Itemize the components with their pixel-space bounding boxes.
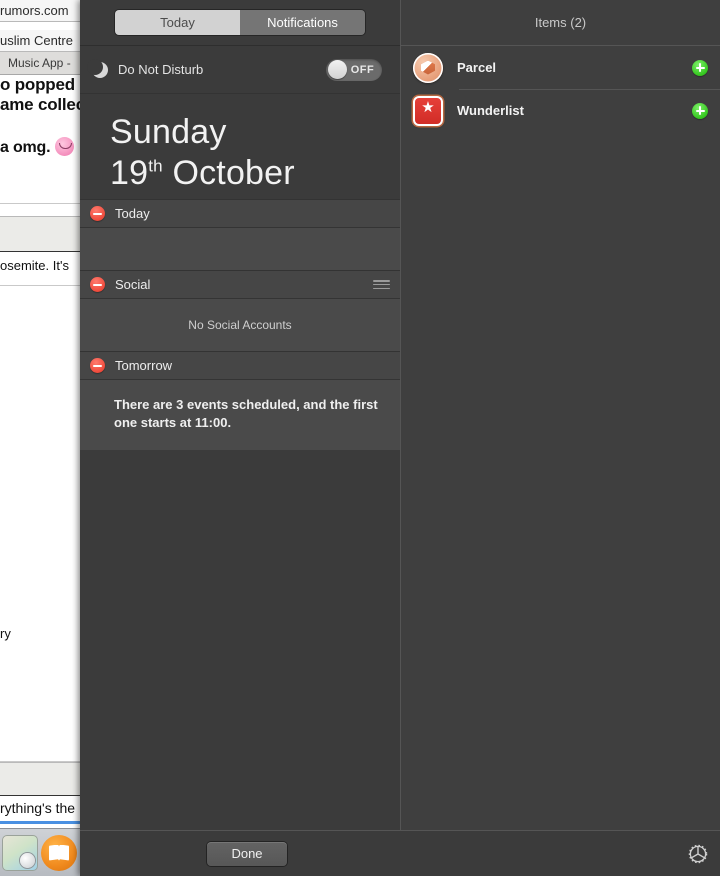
wunderlist-app-icon [413,95,443,126]
widget-body-tomorrow: There are 3 events scheduled, and the fi… [80,380,400,450]
emoji-face-icon [54,137,74,156]
browser-gap-3 [0,157,80,203]
plus-circle-icon[interactable] [692,102,708,119]
ibooks-icon[interactable] [41,834,77,871]
segmented-control[interactable]: Today Notifications [115,10,365,35]
widget-body-today [80,228,400,270]
browser-gap-1 [0,22,80,30]
browser-gap-2 [0,115,80,137]
day-ordinal: th [148,156,163,176]
browser-body-text-3: rything's the [0,800,76,816]
browser-tab-music: Music App - [0,52,80,75]
widget-title-tomorrow: Tomorrow [115,358,173,373]
toggle-state-label: OFF [350,63,375,76]
items-panel-header: Items (2) [401,0,720,46]
widget-title-today: Today [115,206,150,221]
list-item-label: Parcel [457,60,497,75]
parcel-app-icon [413,52,443,83]
done-button[interactable]: Done [207,841,287,866]
list-item[interactable]: Parcel [401,46,720,89]
do-not-disturb-row: Do Not Disturb OFF [80,46,400,94]
browser-gap-5 [0,273,80,285]
items-panel: Items (2) Parcel Wunderlist [400,0,720,830]
plus-circle-icon[interactable] [692,59,708,76]
maps-icon[interactable] [2,834,38,871]
widget-body-social: No Social Accounts [80,299,400,351]
footer-bar: Done [80,830,720,876]
browser-toolbar-block [0,216,80,252]
today-view-column: Today Notifications Do Not Disturb OFF S… [80,0,400,830]
widget-header-social[interactable]: Social [80,270,400,299]
browser-headline-2: ame collectio [0,95,80,114]
moon-icon [87,58,108,78]
browser-url-text: rumors.com [0,0,80,22]
browser-post-text: a omg. [0,137,80,157]
date-header: Sunday 19th October [80,94,400,199]
desktop-background: rumors.com uslim Centre Music App - o po… [0,0,80,876]
toggle-knob [328,60,347,79]
browser-body-text-2: ry [0,626,11,641]
list-item-label: Wunderlist [457,103,524,118]
browser-progress-bar [0,821,80,824]
minus-circle-icon[interactable] [90,277,105,292]
browser-headline-1: o popped bac [0,75,80,94]
widget-header-tomorrow[interactable]: Tomorrow [80,351,400,380]
row-separator [459,89,720,90]
do-not-disturb-label: Do Not Disturb [118,62,204,77]
browser-post-label: a omg. [0,139,55,156]
dock[interactable] [0,828,80,876]
today-column-spacer [80,450,400,830]
do-not-disturb-toggle[interactable]: OFF [326,58,382,81]
weekday-text: Sunday [110,113,227,151]
browser-gap-6 [0,286,80,626]
notification-center-panel: Today Notifications Do Not Disturb OFF S… [80,0,720,876]
tab-today[interactable]: Today [115,10,240,35]
gear-icon[interactable] [688,844,708,864]
notification-center-body: Today Notifications Do Not Disturb OFF S… [80,0,720,830]
minus-circle-icon[interactable] [90,358,105,373]
drag-handle-icon[interactable] [373,280,390,289]
date-text: 19th October [110,153,400,194]
browser-gap-7 [0,641,80,761]
browser-body-text-1: osemite. It's [0,258,69,273]
month-name: October [172,154,295,192]
tab-bar: Today Notifications [80,0,400,46]
browser-toolbar-block-2 [0,762,80,796]
browser-tab-text: uslim Centre [0,30,80,52]
minus-circle-icon[interactable] [90,206,105,221]
tab-notifications[interactable]: Notifications [240,10,365,35]
day-number: 19 [110,154,149,192]
widget-header-today[interactable]: Today [80,199,400,228]
list-item[interactable]: Wunderlist [401,89,720,132]
browser-gap-4 [0,204,80,216]
widget-title-social: Social [115,277,151,292]
